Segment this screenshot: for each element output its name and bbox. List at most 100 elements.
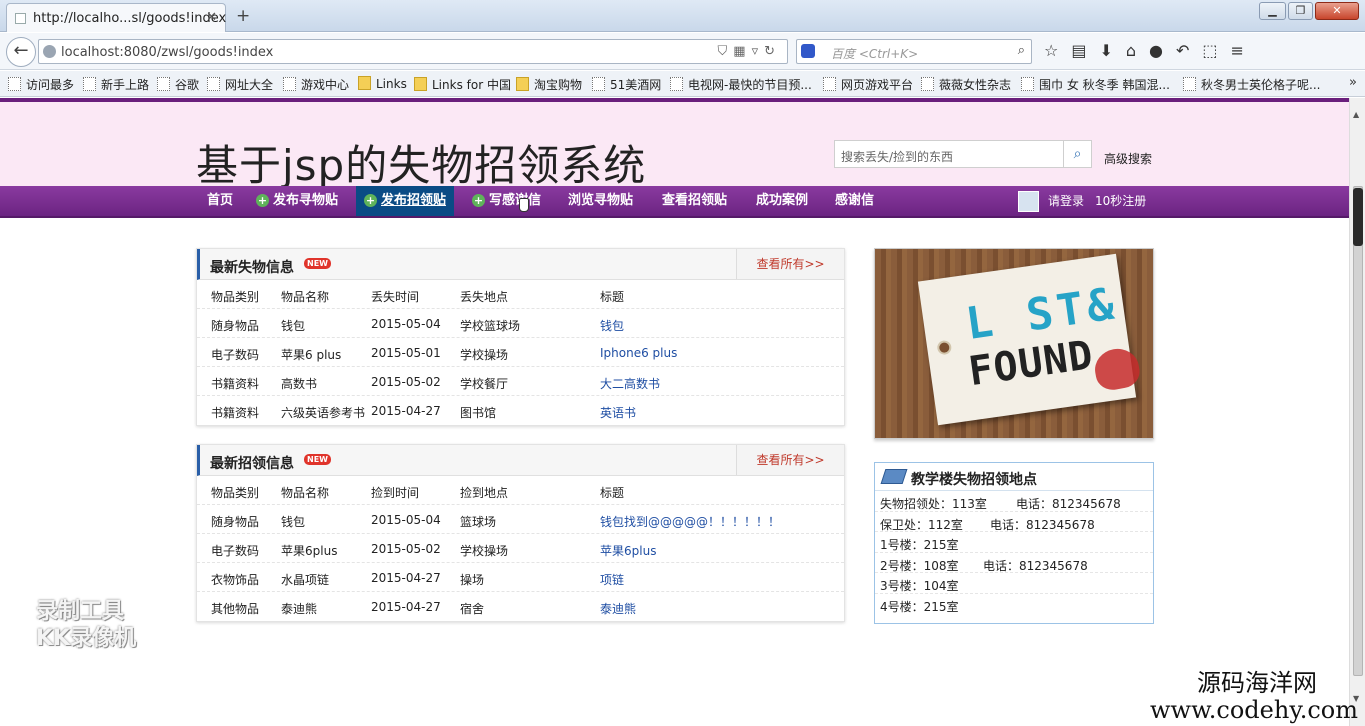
nav-label[interactable]: 浏览寻物贴	[568, 193, 633, 208]
table-cell: 其他物品	[211, 602, 260, 616]
view-all-link[interactable]: 查看所有>>	[736, 445, 844, 475]
nav-label[interactable]: 感谢信	[835, 193, 874, 208]
table-header-row: 物品类别 物品名称 捡到时间 捡到地点 标题	[197, 476, 844, 505]
column-header: 物品名称	[281, 486, 330, 500]
recorder-watermark: 录制工具 KK录像机	[36, 598, 136, 652]
search-icon[interactable]: ⌕	[1074, 146, 1082, 162]
table-row: 随身物品 钱包 2015-05-04 学校篮球场 钱包	[197, 309, 844, 338]
view-all-link[interactable]: 查看所有>>	[736, 249, 844, 279]
location-name: 失物招领处：113室	[880, 497, 987, 511]
bookmark-folder[interactable]: 淘宝购物	[516, 76, 582, 93]
site-search-input[interactable]: 搜索丢失/捡到的东西	[834, 140, 1064, 168]
browser-search[interactable]: 百度 <Ctrl+K> ⌕	[796, 39, 1032, 64]
page-content: 基于jsp的失物招领系统 搜索丢失/捡到的东西 ⌕ 高级搜索 首页 + 发布寻物贴…	[0, 98, 1349, 726]
locations-header: 教学楼失物招领地点	[875, 463, 1153, 491]
title-link[interactable]: 项链	[600, 571, 624, 588]
table-cell: 2015-05-02	[371, 542, 441, 556]
location-row: 失物招领处：113室 电话：812345678	[875, 491, 1153, 512]
title-link[interactable]: 泰迪熊	[600, 600, 636, 617]
title-link[interactable]: 苹果6plus	[600, 542, 656, 559]
url-actions[interactable]: ⛉▦▿↻	[718, 44, 781, 59]
nav-browse-lost[interactable]: 浏览寻物贴	[568, 186, 633, 216]
address-bar[interactable]: localhost:8080/zwsl/goods!index ⛉▦▿↻	[38, 39, 788, 64]
site-search-placeholder[interactable]: 搜索丢失/捡到的东西	[841, 148, 953, 165]
location-name: 保卫处：112室	[880, 517, 963, 532]
scroll-track[interactable]	[1353, 186, 1363, 676]
bookmark-item[interactable]: 谷歌	[157, 76, 199, 93]
baidu-icon[interactable]	[801, 44, 815, 58]
bookmark-item[interactable]: 网页游戏平台	[823, 76, 913, 93]
table-cell: 高数书	[281, 377, 318, 391]
toolbar-icons[interactable]: ☆▤⬇⌂●↶⬚≡	[1044, 41, 1257, 60]
bookmark-item[interactable]: 围巾 女 秋冬季 韩国混...	[1021, 76, 1170, 93]
nav-success-cases[interactable]: 成功案例	[756, 186, 808, 216]
table-cell: 学校餐厅	[460, 377, 509, 391]
table-cell: 泰迪熊	[281, 602, 318, 616]
table-cell: 2015-04-27	[371, 404, 441, 418]
title-link[interactable]: 大二高数书	[600, 375, 660, 392]
scroll-up-arrow-icon[interactable]: ▲	[1353, 110, 1359, 119]
locations-box: 教学楼失物招领地点 失物招领处：113室 电话：812345678 保卫处：11…	[874, 462, 1154, 624]
new-tab-button[interactable]: +	[236, 6, 250, 26]
title-link[interactable]: Iphone6 plus	[600, 346, 677, 360]
nav-post-lost[interactable]: + 发布寻物贴	[256, 186, 338, 216]
site-search-button[interactable]: ⌕	[1064, 140, 1092, 168]
nav-post-found[interactable]: + 发布招领贴	[356, 186, 455, 216]
table-cell: 钱包	[281, 319, 306, 333]
bookmark-folder[interactable]: Links	[358, 76, 407, 91]
register-link[interactable]: 10秒注册	[1095, 186, 1146, 216]
bookmark-item[interactable]: 访问最多	[8, 76, 74, 93]
table-cell: 书籍资料	[211, 406, 260, 420]
lost-items-panel: 最新失物信息 NEW 查看所有>> 物品类别 物品名称 丢失时间 丢失地点 标题…	[196, 248, 845, 426]
bookmark-item[interactable]: 网址大全	[207, 76, 273, 93]
url-text[interactable]: localhost:8080/zwsl/goods!index	[61, 45, 273, 60]
nav-label[interactable]: 发布招领贴	[381, 193, 446, 208]
bookmark-item[interactable]: 薇薇女性杂志	[921, 76, 1011, 93]
nav-label[interactable]: 成功案例	[756, 193, 808, 208]
close-tab-icon[interactable]: ✕	[206, 10, 217, 25]
site-watermark: 源码海洋网 www.codehy.com	[1150, 670, 1358, 724]
found-items-panel: 最新招领信息 NEW 查看所有>> 物品类别 物品名称 捡到时间 捡到地点 标题…	[196, 444, 845, 622]
browser-tab[interactable]: http://localho...sl/goods!index ✕	[6, 3, 226, 32]
bookmark-item[interactable]: 新手上路	[83, 76, 149, 93]
close-window-button[interactable]: ✕	[1315, 2, 1359, 20]
title-link[interactable]: 钱包	[600, 317, 624, 334]
nav-thanks-letters[interactable]: 感谢信	[835, 186, 874, 216]
nav-home[interactable]: 首页	[207, 186, 233, 216]
back-button[interactable]: ←	[6, 37, 36, 67]
maximize-button[interactable]: ❐	[1288, 2, 1313, 20]
panel-title: 最新失物信息	[210, 260, 294, 276]
bookmark-item[interactable]: 电视网-最快的节目预...	[670, 76, 812, 93]
nav-label[interactable]: 查看招领贴	[662, 193, 727, 208]
column-header: 丢失地点	[460, 290, 509, 304]
table-row: 书籍资料 高数书 2015-05-02 学校餐厅 大二高数书	[197, 367, 844, 396]
nav-label[interactable]: 首页	[207, 193, 233, 208]
browser-search-placeholder[interactable]: 百度 <Ctrl+K>	[831, 45, 918, 62]
nav-label[interactable]: 发布寻物贴	[273, 193, 338, 208]
scroll-thumb[interactable]	[1353, 188, 1363, 246]
book-icon	[880, 469, 908, 484]
nav-view-found[interactable]: 查看招领贴	[662, 186, 727, 216]
browser-navbar: ← localhost:8080/zwsl/goods!index ⛉▦▿↻ 百…	[0, 33, 1365, 70]
minimize-button[interactable]: ▁	[1259, 2, 1286, 20]
bookmarks-more-button[interactable]: »	[1349, 75, 1357, 90]
search-icon[interactable]: ⌕	[1018, 43, 1025, 58]
bookmark-item[interactable]: 游戏中心	[283, 76, 349, 93]
title-link[interactable]: 英语书	[600, 404, 636, 421]
bookmark-item[interactable]: 秋冬男士英伦格子呢...	[1183, 76, 1320, 93]
watermark-line: www.codehy.com	[1150, 696, 1358, 724]
bookmark-item[interactable]: 51美酒网	[592, 76, 661, 93]
table-cell: 随身物品	[211, 319, 260, 333]
avatar[interactable]	[1018, 191, 1039, 212]
login-link[interactable]: 请登录	[1048, 186, 1084, 216]
page-scrollbar[interactable]: ▲ ▼	[1349, 98, 1365, 726]
title-link[interactable]: 钱包找到@@@@@！！！！！！	[600, 513, 780, 530]
location-name: 2号楼：108室	[880, 558, 959, 573]
nav-write-thanks[interactable]: + 写感谢信	[472, 186, 541, 216]
advanced-search-link[interactable]: 高级搜索	[1104, 150, 1152, 167]
nav-label[interactable]: 写感谢信	[489, 193, 541, 208]
plus-icon: +	[364, 194, 377, 207]
table-cell: 2015-05-02	[371, 375, 441, 389]
table-row: 其他物品 泰迪熊 2015-04-27 宿舍 泰迪熊	[197, 592, 844, 621]
bookmark-folder[interactable]: Links for 中国	[414, 76, 511, 93]
